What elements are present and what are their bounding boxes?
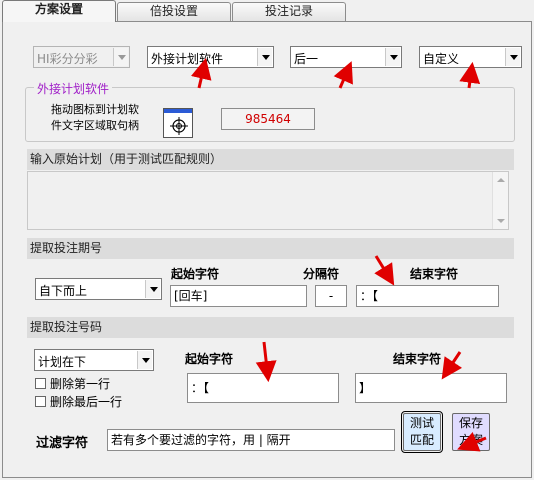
position-select[interactable]: 后一 [290, 46, 402, 68]
drag-instruction: 拖动图标到计划软 件文字区域取句柄 [51, 103, 139, 132]
period-separator-label: 分隔符 [303, 267, 340, 281]
period-end-input[interactable]: ：【 [356, 285, 499, 307]
textarea-scrollbar[interactable] [492, 172, 508, 229]
chevron-down-icon [385, 48, 400, 66]
checkbox-box[interactable] [35, 396, 46, 407]
chevron-down-icon [113, 48, 128, 66]
raw-plan-header: 输入原始计划（用于测试匹配规则） [27, 149, 514, 170]
checkbox-box[interactable] [35, 378, 46, 389]
numbers-end-label: 结束字符 [393, 352, 442, 366]
filter-label: 过滤字符 [36, 436, 89, 451]
filter-input[interactable]: 若有多个要过滤的字符，用 | 隔开 [107, 429, 395, 451]
period-direction-select[interactable]: 自下而上 [35, 278, 162, 300]
source-select[interactable]: 外接计划软件 [147, 46, 274, 68]
chevron-down-icon [145, 280, 160, 298]
numbers-end-input[interactable]: 】 [355, 373, 507, 403]
crosshair-drag-icon[interactable] [163, 108, 193, 138]
scroll-up-icon[interactable] [497, 178, 505, 182]
mode-select[interactable]: 自定义 [419, 46, 522, 68]
plan-position-select[interactable]: 计划在下 [34, 349, 154, 371]
raw-plan-textarea[interactable] [27, 171, 509, 230]
window-handle-value: 985464 [221, 108, 315, 130]
scroll-down-icon[interactable] [497, 219, 505, 223]
delete-first-line-checkbox[interactable]: 删除第一行 [35, 375, 110, 392]
save-scheme-button[interactable]: 保存 方案 [452, 413, 490, 451]
group-title: 外接计划软件 [34, 80, 113, 97]
numbers-header: 提取投注号码 [27, 317, 514, 338]
test-match-button[interactable]: 测试 匹配 [401, 411, 443, 453]
chevron-down-icon [257, 48, 272, 66]
chevron-down-icon [505, 48, 520, 66]
period-start-label: 起始字符 [171, 267, 220, 281]
period-end-label: 结束字符 [410, 267, 459, 281]
delete-last-line-checkbox[interactable]: 删除最后一行 [35, 393, 122, 410]
numbers-start-input[interactable]: ：【 [187, 373, 339, 403]
lottery-select[interactable]: HI彩分分彩 [33, 46, 130, 68]
period-separator-input[interactable]: - [315, 285, 347, 307]
numbers-start-label: 起始字符 [185, 352, 234, 366]
chevron-down-icon [137, 351, 152, 369]
period-start-input[interactable]: [回车] [170, 285, 307, 307]
period-header: 提取投注期号 [27, 238, 514, 259]
